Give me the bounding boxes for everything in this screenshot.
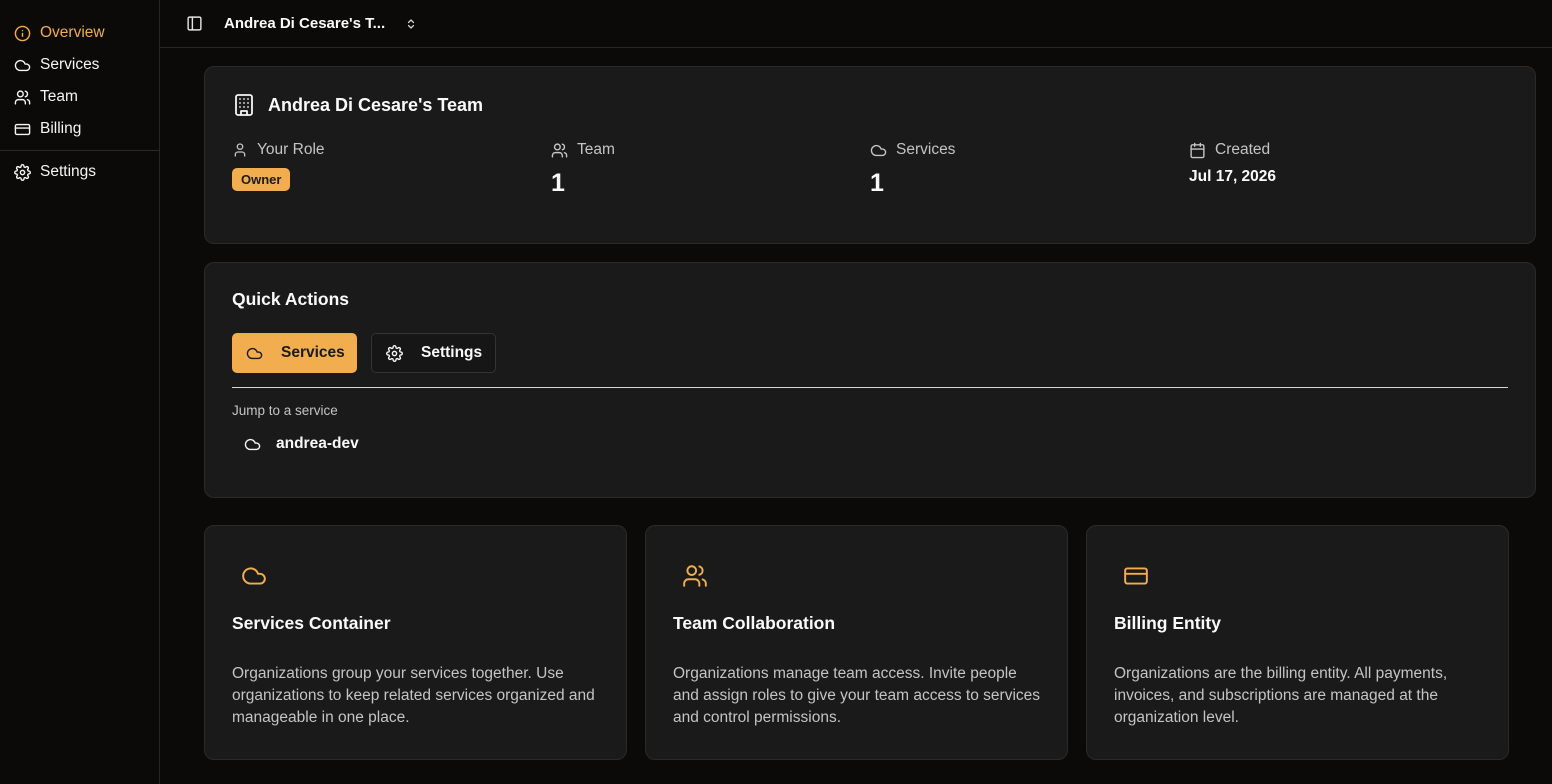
info-cards-row: Services Container Organizations group y… — [204, 525, 1536, 760]
gear-icon — [386, 344, 403, 362]
sidebar-item-label: Overview — [40, 24, 105, 41]
info-card-text: Organizations are the billing entity. Al… — [1114, 665, 1448, 726]
user-icon — [232, 142, 248, 158]
sidebar: Overview Services Team Billing Settings — [0, 0, 160, 784]
stat-label-row: Team — [551, 141, 870, 159]
organization-title: Andrea Di Cesare's Team — [268, 94, 484, 115]
topbar: Andrea Di Cesare's T... — [160, 0, 1552, 48]
cloud-icon — [14, 57, 31, 74]
sidebar-item-team[interactable]: Team — [0, 81, 159, 113]
quick-actions-card: Quick Actions Services Settings Jump to … — [204, 262, 1536, 498]
quick-actions-title: Quick Actions — [232, 289, 350, 309]
settings-button-label: Settings — [421, 344, 483, 361]
info-card-title: Team Collaboration — [673, 613, 836, 633]
credit-card-icon — [1114, 562, 1481, 590]
services-button-label: Services — [281, 344, 345, 361]
organization-card: Andrea Di Cesare's Team Your Role Owner — [204, 66, 1536, 244]
stat-label: Team — [577, 141, 615, 158]
cloud-icon — [246, 345, 263, 362]
info-card-title: Services Container — [232, 613, 391, 633]
users-icon — [673, 562, 1040, 590]
quick-actions-divider — [232, 387, 1508, 388]
stat-created: Created Jul 17, 2026 — [1189, 141, 1508, 198]
organization-stats: Your Role Owner Team 1 Services 1 Create… — [232, 141, 1508, 198]
info-card-services-container: Services Container Organizations group y… — [204, 525, 627, 760]
sidebar-item-label: Billing — [40, 120, 82, 137]
stat-services: Services 1 — [870, 141, 1189, 198]
quick-actions-buttons: Services Settings — [232, 333, 1508, 373]
settings-button[interactable]: Settings — [371, 333, 496, 373]
chevrons-up-down-icon — [405, 17, 417, 31]
users-icon — [551, 142, 568, 159]
info-card-text: Organizations manage team access. Invite… — [673, 665, 1041, 726]
stat-label-row: Your Role — [232, 141, 551, 159]
sidebar-item-label: Services — [40, 56, 100, 73]
main-area: Andrea Di Cesare's T... Andrea Di Cesare… — [160, 0, 1552, 784]
cloud-icon — [232, 562, 599, 590]
credit-card-icon — [14, 121, 31, 138]
team-switcher-label: Andrea Di Cesare's T... — [224, 15, 386, 32]
cloud-icon — [244, 436, 261, 453]
sidebar-toggle-button[interactable] — [184, 14, 204, 34]
info-card-text: Organizations group your services togeth… — [232, 665, 595, 726]
service-link-andrea-dev[interactable]: andrea-dev — [232, 435, 392, 453]
info-card-billing-entity: Billing Entity Organizations are the bil… — [1086, 525, 1509, 760]
stat-label-row: Created — [1189, 141, 1508, 159]
app-root: Overview Services Team Billing Settings — [0, 0, 1552, 784]
sidebar-item-services[interactable]: Services — [0, 49, 159, 81]
sidebar-divider — [0, 150, 159, 151]
sidebar-item-overview[interactable]: Overview — [0, 17, 159, 49]
sidebar-item-settings[interactable]: Settings — [0, 156, 159, 188]
organization-title-row: Andrea Di Cesare's Team — [232, 93, 1508, 117]
jump-to-service-label: Jump to a service — [232, 403, 338, 418]
services-button[interactable]: Services — [232, 333, 357, 373]
building-icon — [232, 93, 256, 117]
cloud-icon — [870, 142, 887, 159]
stat-label-row: Services — [870, 141, 1189, 159]
gear-icon — [14, 163, 31, 181]
stat-label: Created — [1215, 141, 1271, 158]
service-link-label: andrea-dev — [276, 435, 359, 452]
sidebar-item-label: Team — [40, 88, 78, 105]
stat-label: Services — [896, 141, 956, 158]
stat-value: Jul 17, 2026 — [1189, 168, 1277, 185]
info-icon — [14, 25, 31, 42]
content: Andrea Di Cesare's Team Your Role Owner — [160, 48, 1552, 760]
stat-role: Your Role Owner — [232, 141, 551, 198]
panel-left-icon — [186, 15, 203, 32]
stat-team: Team 1 — [551, 141, 870, 198]
sidebar-item-label: Settings — [40, 163, 97, 180]
users-icon — [14, 89, 31, 106]
team-switcher[interactable]: Andrea Di Cesare's T... — [224, 15, 417, 32]
stat-value: 1 — [551, 169, 565, 197]
info-card-team-collaboration: Team Collaboration Organizations manage … — [645, 525, 1068, 760]
stat-value: 1 — [870, 169, 884, 197]
stat-label: Your Role — [257, 141, 325, 158]
role-badge: Owner — [232, 168, 291, 191]
sidebar-item-billing[interactable]: Billing — [0, 113, 159, 145]
calendar-icon — [1189, 142, 1206, 159]
info-card-title: Billing Entity — [1114, 613, 1221, 633]
